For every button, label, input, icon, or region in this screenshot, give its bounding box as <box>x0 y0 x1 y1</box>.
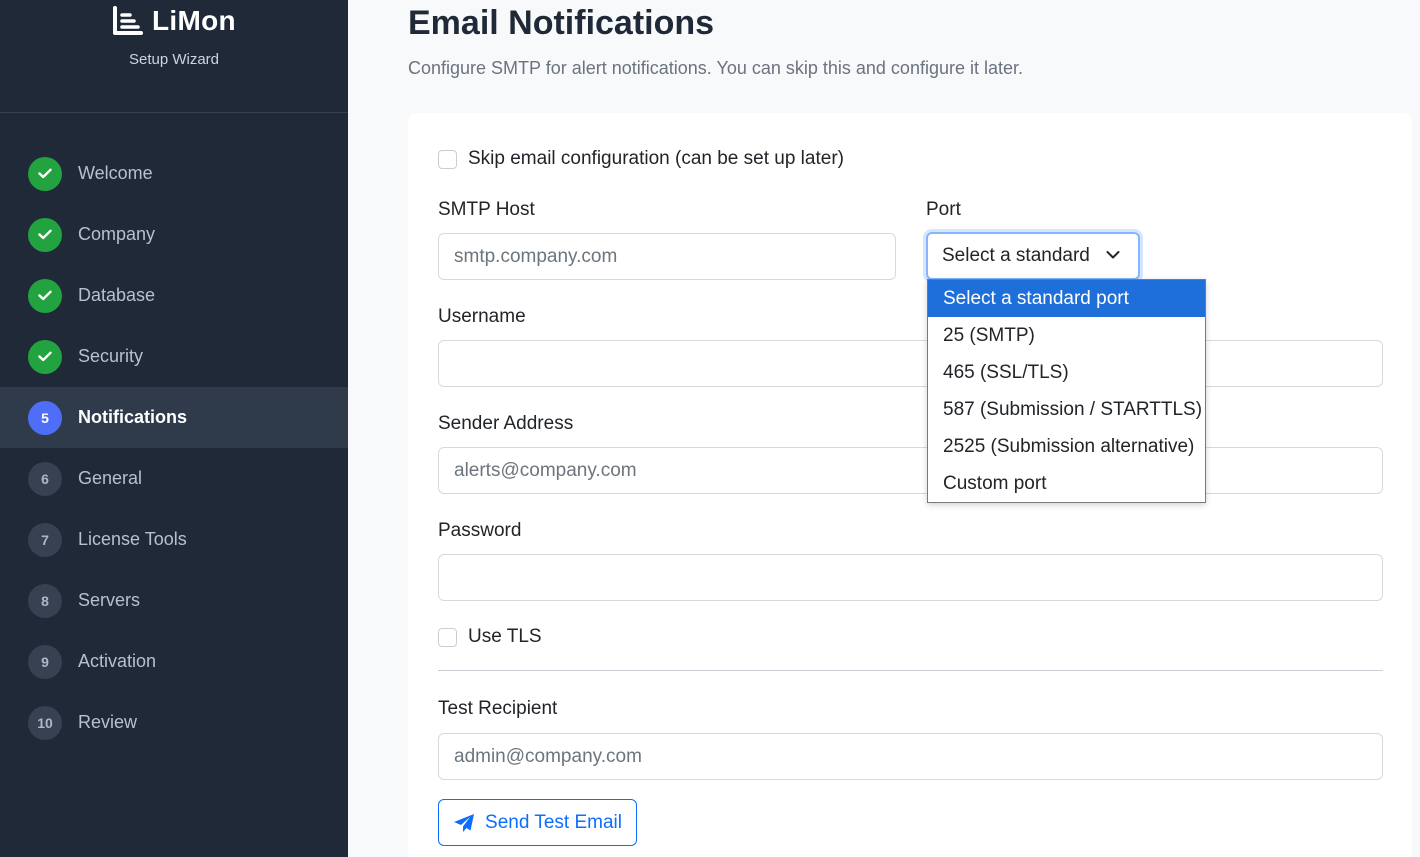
port-option[interactable]: Custom port <box>928 465 1205 502</box>
page-title: Email Notifications <box>408 4 715 42</box>
sidebar-step-notifications[interactable]: 5 Notifications <box>0 387 348 448</box>
password-input[interactable] <box>438 554 1383 601</box>
test-recipient-input[interactable]: admin@company.com <box>438 733 1383 780</box>
skip-email-checkbox[interactable] <box>438 149 457 169</box>
port-select[interactable]: Select a standard <box>926 232 1140 280</box>
section-divider <box>438 670 1383 671</box>
port-dropdown-list: Select a standard port 25 (SMTP) 465 (SSL/… <box>927 279 1206 503</box>
sidebar-divider <box>0 112 348 113</box>
step-label: Welcome <box>78 163 153 183</box>
step-number-badge: 6 <box>28 461 62 496</box>
step-label: Notifications <box>78 407 188 427</box>
step-number-badge: 9 <box>28 644 62 679</box>
step-number-badge: 5 <box>28 400 62 435</box>
step-label: General <box>78 468 143 488</box>
use-tls-option[interactable]: Use TLS <box>438 626 542 648</box>
sidebar-step-activation[interactable]: 9 Activation <box>0 631 348 692</box>
password-label: Password <box>438 520 522 541</box>
sender-address-input[interactable]: alerts@company.com <box>438 447 1383 494</box>
check-icon <box>28 339 62 374</box>
sidebar-step-company[interactable]: Company <box>0 204 348 265</box>
step-label: Review <box>78 712 138 732</box>
sidebar-step-servers[interactable]: 8 Servers <box>0 570 348 631</box>
wizard-steps: Welcome Company Database Security 5 Notificat… <box>0 143 348 753</box>
brand: LiMon Setup Wizard <box>0 4 348 68</box>
username-label: Username <box>438 306 526 327</box>
port-option[interactable]: 25 (SMTP) <box>928 317 1205 354</box>
step-label: Company <box>78 224 156 244</box>
port-option[interactable]: Select a standard port <box>928 280 1205 317</box>
step-number-badge: 7 <box>28 522 62 557</box>
check-icon <box>28 278 62 313</box>
check-icon <box>28 156 62 191</box>
step-label: Database <box>78 285 156 305</box>
paper-plane-icon <box>454 813 475 832</box>
port-selected-value: Select a standard <box>942 245 1090 266</box>
sidebar: LiMon Setup Wizard Welcome Company Databas… <box>0 0 348 857</box>
brand-name: LiMon <box>152 5 236 36</box>
chart-bars-icon <box>113 6 144 35</box>
smtp-host-input[interactable]: smtp.company.com <box>438 233 896 280</box>
send-test-email-button[interactable]: Send Test Email <box>438 799 637 846</box>
step-label: Activation <box>78 651 157 671</box>
smtp-host-label: SMTP Host <box>438 199 535 220</box>
port-option[interactable]: 2525 (Submission alternative) <box>928 428 1205 465</box>
sidebar-step-license-tools[interactable]: 7 License Tools <box>0 509 348 570</box>
sidebar-step-security[interactable]: Security <box>0 326 348 387</box>
step-label: Security <box>78 346 144 366</box>
skip-email-label: Skip email configuration (can be set up … <box>468 148 844 169</box>
sidebar-step-welcome[interactable]: Welcome <box>0 143 348 204</box>
use-tls-label: Use TLS <box>468 626 542 647</box>
brand-subtitle: Setup Wizard <box>128 51 220 68</box>
port-option[interactable]: 465 (SSL/TLS) <box>928 354 1205 391</box>
check-icon <box>28 217 62 252</box>
step-label: Servers <box>78 590 141 610</box>
email-settings-card: Skip email configuration (can be set up … <box>408 113 1412 857</box>
send-test-email-label: Send Test Email <box>485 811 622 833</box>
username-input[interactable] <box>438 340 1383 387</box>
sidebar-step-review[interactable]: 10 Review <box>0 692 348 753</box>
page-subtitle: Configure SMTP for alert notifications. … <box>408 58 1024 78</box>
skip-email-option[interactable]: Skip email configuration (can be set up … <box>438 148 844 170</box>
sender-address-label: Sender Address <box>438 413 574 434</box>
step-number-badge: 8 <box>28 583 62 618</box>
sidebar-step-database[interactable]: Database <box>0 265 348 326</box>
sidebar-step-general[interactable]: 6 General <box>0 448 348 509</box>
test-recipient-label: Test Recipient <box>438 698 558 719</box>
port-option[interactable]: 587 (Submission / STARTTLS) <box>928 391 1205 428</box>
step-number-badge: 10 <box>28 705 62 740</box>
main-content: Email Notifications Configure SMTP for a… <box>348 0 1420 857</box>
use-tls-checkbox[interactable] <box>438 627 457 647</box>
chevron-down-icon <box>1106 251 1120 259</box>
port-label: Port <box>926 199 961 220</box>
step-label: License Tools <box>78 529 187 549</box>
